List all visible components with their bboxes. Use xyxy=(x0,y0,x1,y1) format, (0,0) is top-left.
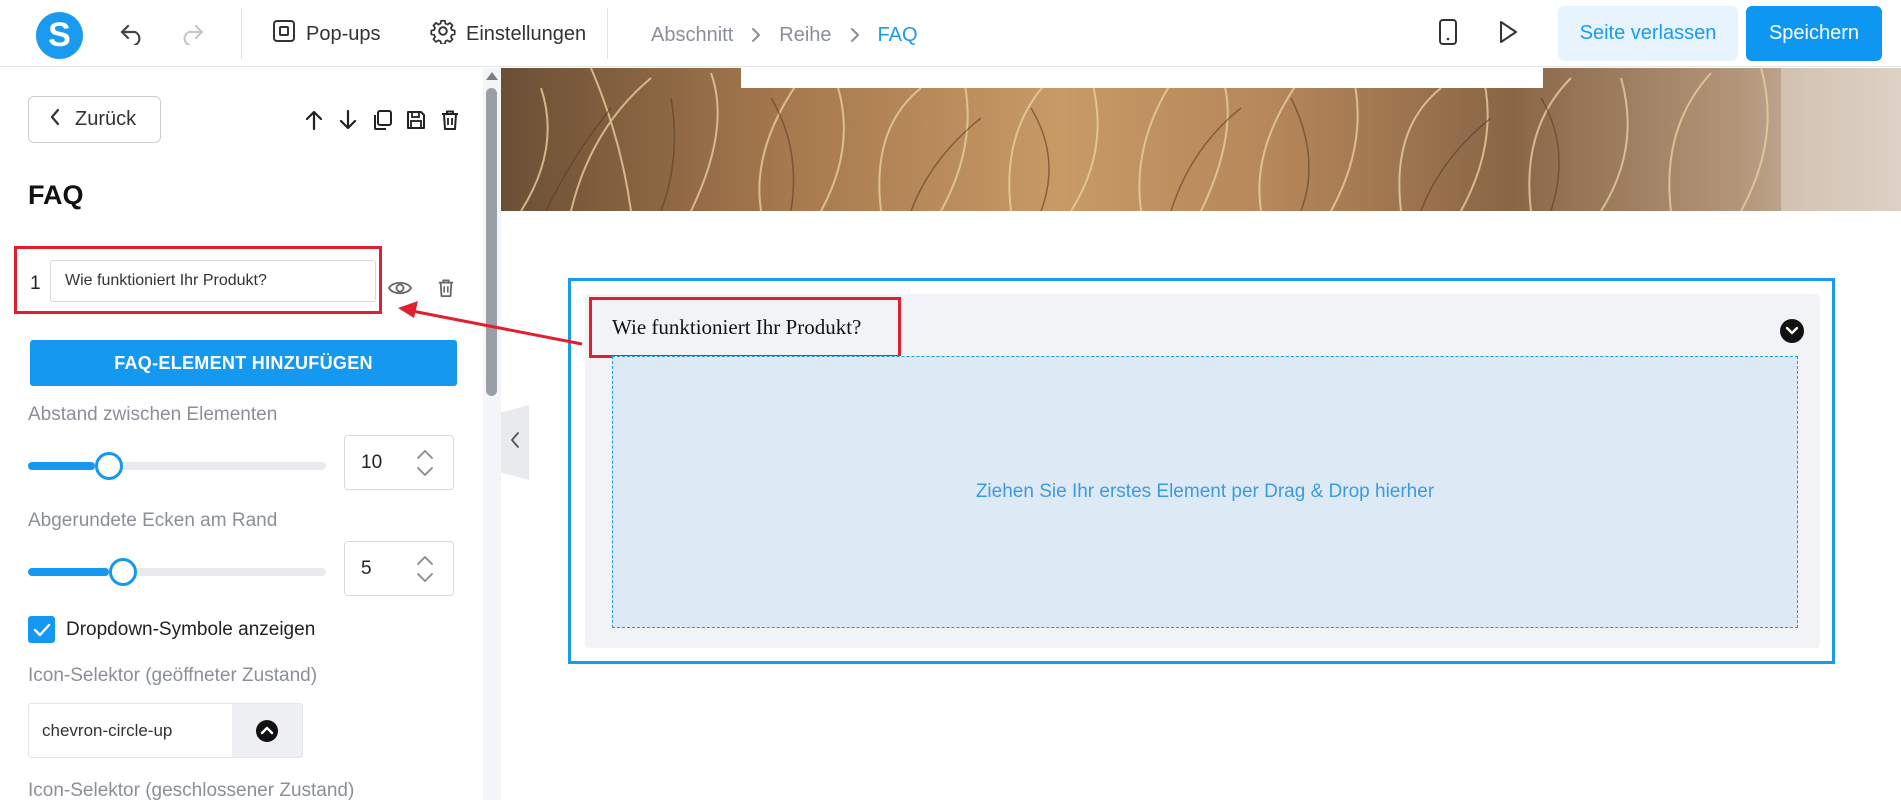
faq-item-number: 1 xyxy=(30,273,41,294)
save-template-icon[interactable] xyxy=(402,106,430,134)
show-dropdown-icons-label: Dropdown-Symbole anzeigen xyxy=(66,618,316,640)
toolbar-divider xyxy=(241,8,242,59)
faq-question-heading[interactable]: Wie funktioniert Ihr Produkt? xyxy=(589,297,901,358)
grass-illustration xyxy=(520,68,1901,211)
stepper-icon[interactable] xyxy=(415,448,435,478)
spacing-label: Abstand zwischen Elementen xyxy=(28,404,278,425)
breadcrumb-faq[interactable]: FAQ xyxy=(878,24,918,47)
faq-item-row: 1 xyxy=(14,246,382,314)
mobile-preview-icon[interactable] xyxy=(1433,17,1463,47)
faq-question-input[interactable] xyxy=(50,260,376,302)
icon-open-selector[interactable]: chevron-circle-up xyxy=(28,703,303,758)
add-faq-item-button[interactable]: FAQ-ELEMENT HINZUFÜGEN xyxy=(30,340,457,386)
stepper-icon[interactable] xyxy=(415,554,435,584)
trash-icon[interactable] xyxy=(432,274,460,302)
drop-zone-text: Ziehen Sie Ihr erstes Element per Drag &… xyxy=(975,481,1435,502)
toolbar-divider xyxy=(607,8,608,59)
settings-button[interactable]: Einstellungen xyxy=(430,16,586,52)
breadcrumb-row[interactable]: Reihe xyxy=(779,24,831,47)
radius-number-input[interactable]: 5 xyxy=(344,541,454,596)
trash-icon[interactable] xyxy=(436,106,464,134)
move-up-icon[interactable] xyxy=(300,106,328,134)
icon-open-label: Icon-Selektor (geöffneter Zustand) xyxy=(28,665,318,686)
panel-scrollbar[interactable] xyxy=(483,68,501,800)
drop-zone[interactable]: Ziehen Sie Ihr erstes Element per Drag &… xyxy=(612,356,1798,628)
move-down-icon[interactable] xyxy=(334,106,362,134)
play-preview-icon[interactable] xyxy=(1493,17,1523,47)
chevron-left-icon xyxy=(510,431,520,454)
back-label: Zurück xyxy=(75,108,137,130)
leave-page-button[interactable]: Seite verlassen xyxy=(1558,6,1738,61)
breadcrumb-section[interactable]: Abschnitt xyxy=(651,24,733,47)
slider-handle[interactable] xyxy=(95,452,123,480)
popups-button[interactable]: Pop-ups xyxy=(272,16,381,52)
settings-panel: Zurück FAQ 1 FAQ-ELEMENT HINZUFÜGEN Abst… xyxy=(0,68,501,800)
slider-fill xyxy=(28,462,95,470)
show-dropdown-icons-toggle[interactable]: Dropdown-Symbole anzeigen xyxy=(28,616,315,643)
faq-element[interactable]: Wie funktioniert Ihr Produkt? Ziehen Sie… xyxy=(568,278,1835,664)
radius-slider[interactable] xyxy=(28,558,326,586)
collapse-panel-button[interactable] xyxy=(501,405,529,480)
chevron-right-icon xyxy=(751,27,761,43)
spacing-number-input[interactable]: 10 xyxy=(344,435,454,490)
eye-icon[interactable] xyxy=(386,274,414,302)
undo-icon[interactable] xyxy=(117,19,147,49)
chevron-circle-up-icon[interactable] xyxy=(232,704,302,757)
chevron-down-icon[interactable] xyxy=(1780,319,1804,343)
spacing-slider[interactable] xyxy=(28,452,326,480)
redo-icon[interactable] xyxy=(177,19,207,49)
element-toolbar xyxy=(300,106,464,134)
panel-title: FAQ xyxy=(28,180,84,210)
hero-image xyxy=(501,68,1901,211)
icon-open-value: chevron-circle-up xyxy=(42,720,173,740)
settings-label: Einstellungen xyxy=(466,22,587,45)
back-button[interactable]: Zurück xyxy=(28,96,161,143)
scrollbar-thumb[interactable] xyxy=(486,88,497,396)
section-block-edge xyxy=(741,68,1543,88)
app-logo[interactable]: S xyxy=(36,12,83,59)
top-bar: S Pop-ups Einstellungen Abschnitt Reihe … xyxy=(0,0,1901,67)
checkbox-checked-icon[interactable] xyxy=(28,616,55,643)
faq-accordion-item[interactable]: Wie funktioniert Ihr Produkt? Ziehen Sie… xyxy=(585,294,1820,648)
chevron-left-icon xyxy=(49,108,61,132)
popup-icon xyxy=(272,19,296,49)
slider-handle[interactable] xyxy=(109,558,137,586)
popups-label: Pop-ups xyxy=(306,22,381,45)
chevron-right-icon xyxy=(850,27,860,43)
radius-label: Abgerundete Ecken am Rand xyxy=(28,510,278,531)
save-button[interactable]: Speichern xyxy=(1746,6,1882,61)
icon-closed-label: Icon-Selektor (geschlossener Zustand) xyxy=(28,780,355,800)
gear-icon xyxy=(430,18,456,50)
slider-fill xyxy=(28,568,109,576)
scroll-up-arrow[interactable] xyxy=(486,72,498,80)
spacing-value: 10 xyxy=(361,452,383,473)
breadcrumb: Abschnitt Reihe FAQ xyxy=(651,20,918,50)
duplicate-icon[interactable] xyxy=(368,106,396,134)
radius-value: 5 xyxy=(361,558,372,579)
